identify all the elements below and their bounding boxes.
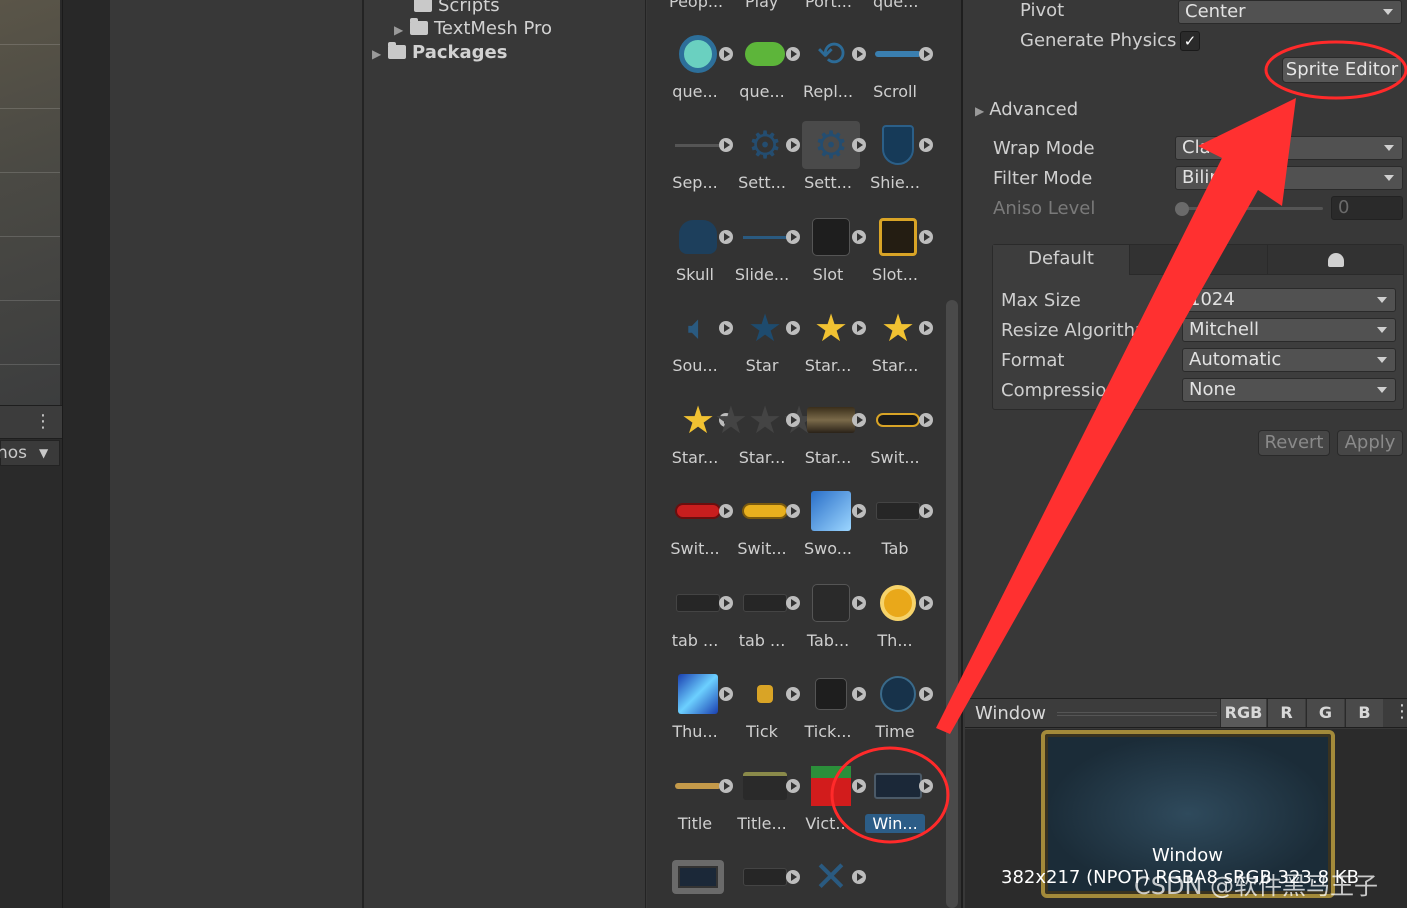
arrow-icon (936, 98, 1296, 734)
annotation-overlay (830, 40, 1407, 844)
highlight-ellipse-window-asset (830, 746, 950, 844)
highlight-ellipse-sprite-editor (1264, 40, 1407, 100)
